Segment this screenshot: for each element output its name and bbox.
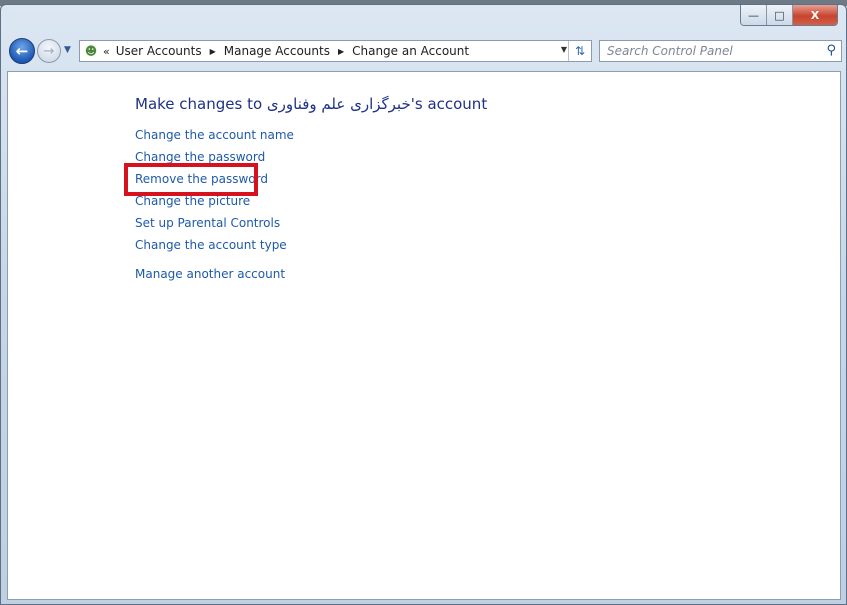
address-dropdown-icon[interactable]: ▼ [561,45,567,54]
page-title: Make changes to خبرگزاری علم وفناوری's a… [135,95,487,113]
minimize-button[interactable]: — [741,5,767,25]
search-input[interactable]: Search Control Panel ⚲ [599,40,842,62]
forward-arrow-icon: → [43,43,55,59]
caption-buttons: — □ X [740,5,838,26]
maximize-button[interactable]: □ [767,5,793,25]
chevron-left-icon[interactable]: « [103,45,110,58]
navigation-bar: ← → ▼ ☻ « User Accounts ▶ Manage Account… [7,38,842,64]
content-pane: Make changes to خبرگزاری علم وفناوری's a… [7,71,841,600]
breadcrumb-user-accounts[interactable]: User Accounts [116,44,202,58]
change-picture-link[interactable]: Change the picture [135,194,250,208]
change-password-link[interactable]: Change the password [135,150,265,164]
refresh-button[interactable]: ⇅ [568,41,591,61]
change-account-type-link[interactable]: Change the account type [135,238,287,252]
search-placeholder: Search Control Panel [607,44,733,58]
breadcrumb-change-account[interactable]: Change an Account [352,44,469,58]
parental-controls-link[interactable]: Set up Parental Controls [135,216,280,230]
control-panel-window: — □ X ← → ▼ ☻ « User Accounts ▶ Manage A… [0,4,847,605]
breadcrumb-arrow-icon[interactable]: ▶ [338,47,344,56]
recent-pages-dropdown[interactable]: ▼ [64,45,71,55]
user-accounts-icon: ☻ [84,44,98,58]
back-button[interactable]: ← [9,38,35,64]
search-icon[interactable]: ⚲ [826,43,836,58]
breadcrumb-arrow-icon[interactable]: ▶ [210,47,216,56]
forward-button[interactable]: → [37,39,61,63]
breadcrumb-manage-accounts[interactable]: Manage Accounts [224,44,330,58]
title-suffix: 's account [410,95,488,113]
account-name: خبرگزاری علم وفناوری [266,95,411,113]
title-prefix: Make changes to [135,95,267,113]
back-arrow-icon: ← [15,42,29,60]
manage-another-account-link[interactable]: Manage another account [135,267,285,281]
change-account-name-link[interactable]: Change the account name [135,128,294,142]
highlight-box [124,163,258,196]
close-button[interactable]: X [793,5,837,25]
address-bar[interactable]: ☻ « User Accounts ▶ Manage Accounts ▶ Ch… [79,40,592,62]
